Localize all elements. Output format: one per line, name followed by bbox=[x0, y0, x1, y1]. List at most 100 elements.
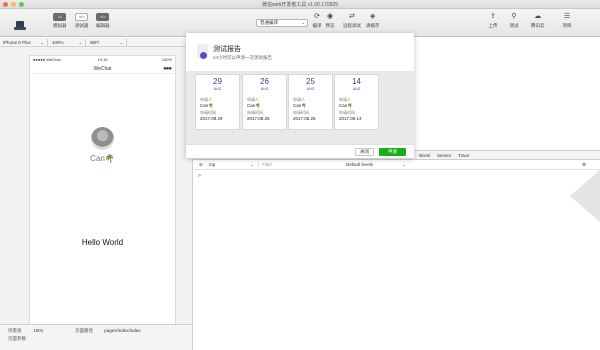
scene-label: 场景值 bbox=[8, 328, 22, 333]
test-button[interactable]: ⚲ 测试 bbox=[509, 13, 519, 29]
editor-label: 编辑器 bbox=[96, 23, 110, 28]
clear-cache-button[interactable]: ◈ 清缓存 bbox=[366, 13, 380, 29]
battery-text: 100% bbox=[161, 57, 172, 62]
network-select[interactable]: WiFi ⌄ bbox=[87, 39, 127, 46]
chevron-down-icon: ⌄ bbox=[301, 20, 305, 25]
user-avatar[interactable] bbox=[14, 19, 26, 31]
user-avatar-image bbox=[91, 127, 114, 150]
chevron-down-icon: ⌄ bbox=[78, 40, 82, 45]
preview-button[interactable]: ◉ 预览 bbox=[325, 13, 335, 29]
report-date-badge: 25 AUG bbox=[289, 75, 332, 92]
scene-value[interactable]: 1001 bbox=[33, 328, 43, 333]
applicant-value: Can🌴 bbox=[200, 103, 214, 108]
user-nickname: Can🌴 bbox=[30, 154, 175, 163]
apply-date: 2017.08.26 bbox=[247, 116, 270, 121]
device-bar: iPhone 6 Plus ⌄ 100% ⌄ WiFi ⌄ bbox=[0, 38, 193, 47]
context-select[interactable]: top ⌄ bbox=[209, 162, 259, 167]
console-prompt: > bbox=[198, 173, 201, 179]
clear-cache-label: 清缓存 bbox=[366, 23, 380, 28]
dialog-header: 测试报告 24小时可以申请一次测试报告 bbox=[186, 33, 414, 71]
test-icon: ⚲ bbox=[511, 13, 517, 20]
params-row: 页面参数 bbox=[8, 336, 32, 342]
debugger-button[interactable]: </> 调试器 bbox=[75, 13, 89, 29]
report-month: AUG bbox=[352, 87, 361, 91]
report-date-badge: 26 AUG bbox=[243, 75, 286, 92]
tab-trace[interactable]: Trace bbox=[458, 153, 469, 158]
phone-nav-bar: WeChat ●●● bbox=[30, 64, 175, 74]
project-button[interactable]: ☰ 项目 bbox=[562, 13, 572, 29]
report-card[interactable]: 26 AUG 申请人 Can🌴 申请时间 2017.08.26 bbox=[242, 74, 287, 130]
chevron-down-icon: ⌄ bbox=[40, 40, 44, 45]
report-month: AUG bbox=[213, 87, 222, 91]
chevron-down-icon: ⌄ bbox=[402, 162, 406, 167]
apply-date: 2017.08.14 bbox=[339, 116, 362, 121]
report-day: 25 bbox=[306, 77, 315, 86]
editor-icon: </> bbox=[96, 13, 110, 21]
report-card[interactable]: 29 AUG 申请人 Can🌴 申请时间 2017.08.29 bbox=[195, 74, 240, 130]
dialog-subtitle: 24小时可以申请一次测试报告 bbox=[213, 55, 273, 60]
upload-button[interactable]: ⇪ 上传 bbox=[488, 13, 498, 29]
dialog-title: 测试报告 bbox=[213, 46, 241, 53]
eye-icon: ◉ bbox=[326, 13, 334, 20]
device-value: iPhone 6 Plus bbox=[3, 40, 31, 45]
log-levels-select[interactable]: Default levels ⌄ bbox=[346, 162, 406, 167]
context-value: top bbox=[209, 162, 216, 167]
project-icon: ☰ bbox=[563, 13, 571, 20]
upload-icon: ⇪ bbox=[490, 13, 496, 20]
report-card[interactable]: 14 AUG 申请人 Can🌴 申请时间 2017.08.14 bbox=[334, 74, 379, 130]
hello-text: Hello World bbox=[81, 238, 124, 247]
phone-screen[interactable]: ●●●●● WeChat 19:16 100% WeChat ●●● Can🌴 … bbox=[29, 55, 176, 325]
close-button[interactable]: 关闭 bbox=[355, 148, 374, 156]
test-label: 测试 bbox=[509, 23, 519, 28]
compile-mode-select[interactable]: 普通编译 ⌄ bbox=[256, 19, 308, 27]
console-settings-icon[interactable]: ⚙ bbox=[582, 162, 586, 168]
applicant-value: Can🌴 bbox=[293, 103, 307, 108]
simulator-icon: ▭ bbox=[53, 13, 67, 21]
log-levels-value: Default levels bbox=[346, 162, 374, 167]
refresh-icon: ⟳ bbox=[314, 13, 320, 20]
editor-button[interactable]: </> 编辑器 bbox=[96, 13, 110, 29]
tab-wxml[interactable]: Wxml bbox=[419, 153, 430, 158]
apply-date: 2017.08.29 bbox=[200, 116, 223, 121]
report-icon bbox=[197, 44, 208, 59]
simulator-button[interactable]: ▭ 模拟器 bbox=[53, 13, 67, 29]
window-title: 微信web开发者工具 v1.00.170829 bbox=[262, 2, 338, 8]
report-card[interactable]: 25 AUG 申请人 Can🌴 申请时间 2017.08.25 bbox=[288, 74, 333, 130]
path-value[interactable]: pages/index/index bbox=[104, 328, 140, 333]
remote-debug-icon: ⇄ bbox=[349, 13, 355, 20]
console-output[interactable]: > bbox=[194, 170, 600, 350]
remote-debug-button[interactable]: ⇄ 远程调试 bbox=[343, 13, 361, 29]
tab-sensor[interactable]: Sensor bbox=[437, 153, 451, 158]
device-select[interactable]: iPhone 6 Plus ⌄ bbox=[0, 39, 48, 46]
path-label: 页面路径 bbox=[75, 328, 93, 333]
nav-title: WeChat bbox=[93, 66, 112, 72]
collapse-arrow-icon[interactable] bbox=[570, 170, 600, 222]
palm-tree-icon: 🌴 bbox=[104, 154, 115, 163]
nickname-text: Can bbox=[90, 154, 105, 163]
network-value: WiFi bbox=[90, 40, 99, 45]
chevron-down-icon: ⌄ bbox=[250, 162, 254, 167]
apply-button[interactable]: 申请 bbox=[379, 148, 406, 156]
report-month: AUG bbox=[260, 87, 269, 91]
phone-status-bar: ●●●●● WeChat 19:16 100% bbox=[30, 56, 175, 64]
tencent-cloud-label: 腾讯云 bbox=[531, 23, 545, 28]
zoom-select[interactable]: 100% ⌄ bbox=[49, 39, 86, 46]
compile-button[interactable]: ⟳ 编译 bbox=[312, 13, 322, 29]
clear-console-icon[interactable]: ⊘ bbox=[199, 162, 203, 168]
report-date-badge: 14 AUG bbox=[335, 75, 378, 92]
console-filter-input[interactable]: Filter bbox=[262, 162, 272, 167]
compile-label: 编译 bbox=[312, 23, 322, 28]
apply-date: 2017.08.25 bbox=[293, 116, 316, 121]
preview-label: 预览 bbox=[325, 23, 335, 28]
report-month: AUG bbox=[306, 87, 315, 91]
window-titlebar: 微信web开发者工具 v1.00.170829 bbox=[0, 0, 600, 9]
dialog-footer: 关闭 申请 bbox=[186, 144, 414, 158]
tencent-cloud-button[interactable]: ☁ 腾讯云 bbox=[531, 13, 545, 29]
test-report-dialog: 测试报告 24小时可以申请一次测试报告 29 AUG 申请人 Can🌴 申请时间… bbox=[186, 33, 414, 158]
applicant-value: Can🌴 bbox=[339, 103, 353, 108]
upload-label: 上传 bbox=[488, 23, 498, 28]
status-time: 19:16 bbox=[97, 57, 108, 62]
more-options-icon[interactable]: ●●● bbox=[163, 64, 172, 74]
report-day: 29 bbox=[213, 77, 222, 86]
cloud-icon: ☁ bbox=[534, 13, 542, 20]
